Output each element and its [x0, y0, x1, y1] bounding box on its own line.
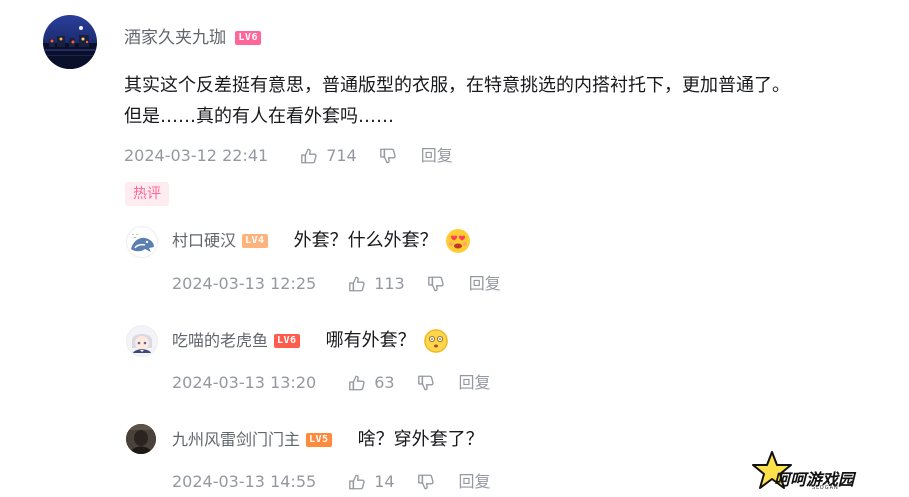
comment-line-2: 但是……真的有人在看外套吗……	[124, 106, 394, 127]
svg-text:-_-: -_-	[132, 232, 138, 238]
reply-meta: 2024-03-13 14:55 14 回复	[172, 472, 491, 492]
like-button[interactable]: 113	[348, 274, 405, 294]
avatar-image: -_-	[131, 232, 154, 252]
thumbs-down-icon	[427, 276, 444, 292]
comment-text: 其实这个反差挺有意思，普通版型的衣服，在特意挑选的内搭衬托下，更加普通了。 但是…	[124, 70, 790, 132]
avatar-image	[43, 26, 97, 69]
reply-text: 外套？什么外套？	[293, 230, 438, 251]
watermark-logo: 呵呵游戏园 SLOGAN	[752, 448, 872, 494]
reply-text: 哪有外套？	[325, 330, 416, 351]
reply-time: 2024-03-13 12:25	[172, 274, 317, 293]
reply-avatar[interactable]	[126, 325, 158, 357]
reply-username[interactable]: 村口硬汉	[172, 230, 236, 252]
level-badge: LV6	[235, 31, 261, 45]
thumbs-up-icon	[301, 148, 317, 164]
comment-line-1: 其实这个反差挺有意思，普通版型的衣服，在特意挑选的内搭衬托下，更加普通了。	[124, 75, 790, 96]
thumbs-up-icon	[349, 276, 365, 292]
reply-button[interactable]: 回复	[469, 274, 501, 294]
reply-meta: 2024-03-13 13:20 63 回复	[172, 373, 491, 393]
like-count: 714	[326, 146, 357, 165]
dazed-emoji	[423, 329, 448, 353]
thumbs-down-icon	[417, 474, 434, 490]
like-button[interactable]: 714	[300, 146, 357, 166]
like-count: 14	[374, 472, 395, 491]
reply-username[interactable]: 九州风雷剑门门主	[172, 429, 300, 451]
username-text[interactable]: 酒家久夹九珈	[124, 28, 226, 48]
avatar-image	[132, 334, 152, 353]
comment-time: 2024-03-12 22:41	[124, 146, 269, 165]
dislike-button[interactable]	[417, 473, 435, 491]
thumbs-down-icon	[379, 148, 396, 164]
thumbs-up-icon	[349, 474, 365, 490]
thumbs-up-icon	[349, 375, 365, 391]
reply-row-2: 吃喵的老虎鱼 LV6 哪有外套？	[172, 329, 448, 353]
reply-time: 2024-03-13 14:55	[172, 472, 317, 491]
username[interactable]: 酒家久夹九珈 LV6	[124, 27, 261, 49]
level-badge: LV6	[274, 334, 300, 348]
hot-comment-tag: 热评	[125, 182, 169, 206]
watermark-sub: SLOGAN	[812, 485, 839, 491]
dislike-button[interactable]	[427, 275, 445, 293]
reply-avatar[interactable]	[126, 424, 156, 454]
dislike-button[interactable]	[417, 374, 435, 392]
avatar-image	[126, 424, 156, 454]
dazed-face-icon	[424, 329, 447, 353]
heart-eyes-icon	[446, 230, 469, 252]
like-button[interactable]: 63	[348, 373, 395, 393]
reply-row-3: 九州风雷剑门门主 LV5 啥？穿外套了？	[172, 428, 484, 452]
reply-button[interactable]: 回复	[459, 472, 491, 492]
heart-eyes-emoji	[445, 229, 470, 253]
reply-meta: 2024-03-13 12:25 113 回复	[172, 274, 501, 294]
like-count: 113	[374, 274, 405, 293]
like-button[interactable]: 14	[348, 472, 395, 492]
reply-time: 2024-03-13 13:20	[172, 373, 317, 392]
reply-button[interactable]: 回复	[421, 146, 453, 166]
level-badge: LV4	[242, 234, 268, 248]
reply-text: 啥？穿外套了？	[357, 429, 484, 450]
reply-button[interactable]: 回复	[459, 373, 491, 393]
reply-row-1: 村口硬汉 LV4 外套？什么外套？	[172, 229, 470, 253]
thumbs-down-icon	[417, 375, 434, 391]
level-badge: LV5	[306, 433, 332, 447]
reply-username[interactable]: 吃喵的老虎鱼	[172, 330, 268, 352]
dislike-button[interactable]	[379, 147, 397, 165]
like-count: 63	[374, 373, 395, 392]
comment-meta: 2024-03-12 22:41 714 回复	[124, 146, 453, 166]
reply-avatar[interactable]: -_-	[126, 226, 158, 258]
avatar[interactable]	[43, 15, 97, 69]
